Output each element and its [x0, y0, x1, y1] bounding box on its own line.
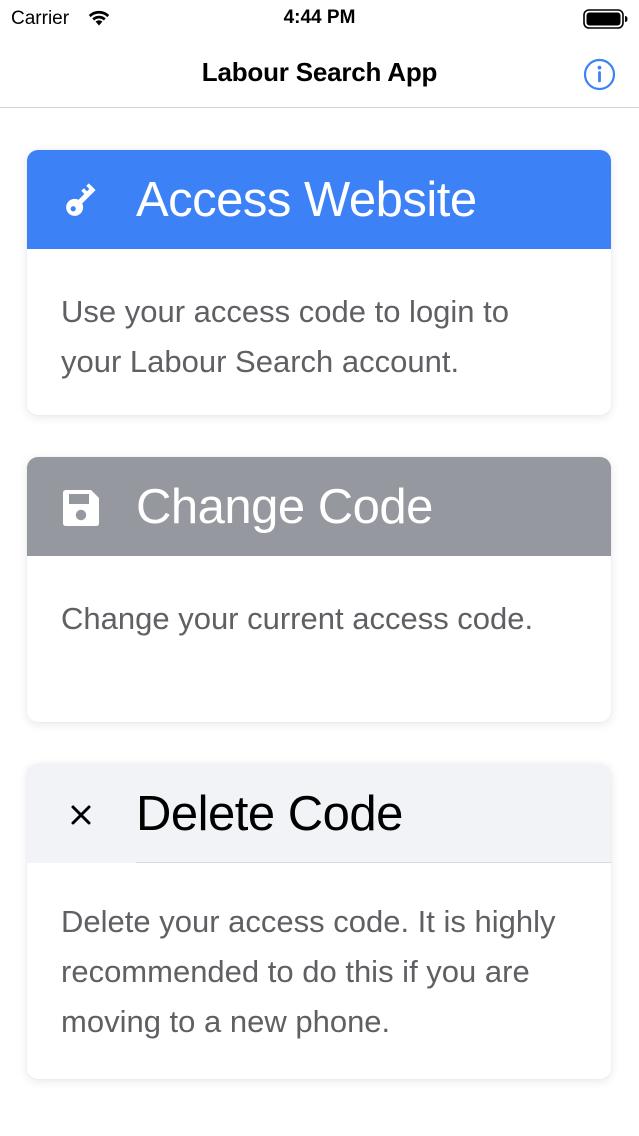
card-title: Access Website — [136, 173, 477, 227]
close-icon — [71, 805, 91, 825]
card-description: Delete your access code. It is highly re… — [61, 904, 556, 1039]
card-header: Change Code — [27, 457, 611, 556]
change-code-card[interactable]: Change Code Change your current access c… — [27, 457, 611, 722]
content-area: Access Website Use your access code to l… — [0, 109, 639, 1136]
card-header: Delete Code — [27, 764, 611, 863]
navigation-bar: Labour Search App — [0, 40, 639, 108]
divider — [136, 862, 611, 863]
page-title: Labour Search App — [201, 57, 438, 87]
card-description: Change your current access code. — [61, 601, 534, 636]
info-icon[interactable] — [583, 58, 616, 91]
card-description: Use your access code to login to your La… — [61, 294, 510, 379]
status-time: 4:44 PM — [283, 7, 356, 28]
battery-icon — [583, 9, 628, 29]
card-header: Access Website — [27, 150, 611, 249]
card-title: Change Code — [136, 480, 433, 534]
floppy-disk-icon — [63, 490, 99, 526]
status-bar: Carrier 4:44 PM — [0, 0, 639, 40]
access-website-card[interactable]: Access Website Use your access code to l… — [27, 150, 611, 415]
key-icon — [66, 183, 96, 216]
delete-code-card[interactable]: Delete Code Delete your access code. It … — [27, 764, 611, 1079]
card-title: Delete Code — [136, 787, 403, 841]
